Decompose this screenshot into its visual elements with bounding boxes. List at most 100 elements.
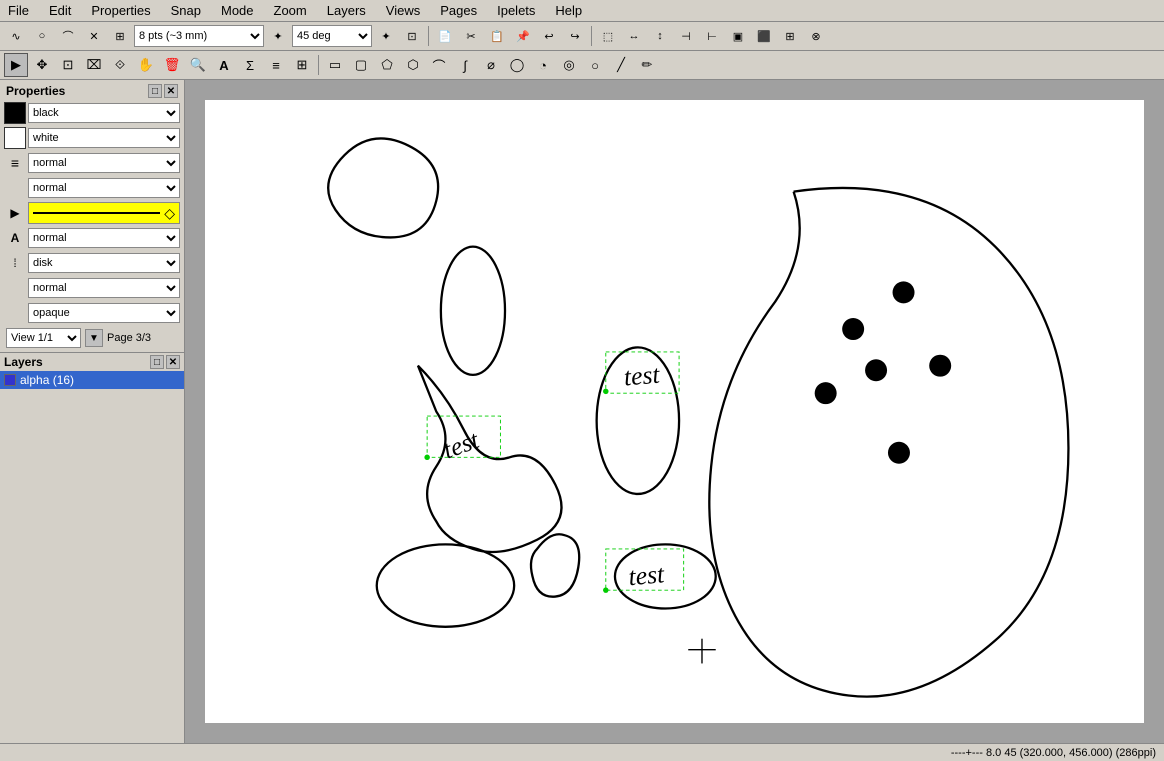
- cross-tool[interactable]: ✕: [82, 24, 106, 48]
- properties-panel: Properties □ ✕ black white: [0, 80, 184, 353]
- warp-tool[interactable]: ⟐: [108, 53, 132, 77]
- snap-tool[interactable]: ✦: [266, 24, 290, 48]
- rect-tool[interactable]: ▭: [323, 53, 347, 77]
- move-tool[interactable]: ✥: [30, 53, 54, 77]
- menu-properties[interactable]: Properties: [87, 2, 154, 19]
- properties-close-icon[interactable]: ✕: [164, 84, 178, 98]
- arc-tool[interactable]: ⌒: [427, 53, 451, 77]
- separator1: [428, 26, 429, 46]
- layer-alpha[interactable]: alpha (16): [0, 371, 184, 389]
- menu-layers[interactable]: Layers: [323, 2, 370, 19]
- page-label: Page 3/3: [107, 332, 151, 344]
- menu-file[interactable]: File: [4, 2, 33, 19]
- svg-text:test: test: [623, 359, 662, 391]
- disk-select[interactable]: disk: [28, 253, 180, 273]
- flip-h[interactable]: ↔: [622, 24, 646, 48]
- statusbar: ----+--- 8.0 45 (320.000, 456.000) (286p…: [0, 743, 1164, 761]
- arc2-tool[interactable]: ◔: [531, 53, 555, 77]
- layers-dock-icon[interactable]: □: [150, 355, 164, 369]
- stroke-select-icon: ▶: [4, 202, 26, 224]
- select-tool[interactable]: ▶: [4, 53, 28, 77]
- menu-zoom[interactable]: Zoom: [270, 2, 311, 19]
- ungroup[interactable]: ⬛: [752, 24, 776, 48]
- delete-tool[interactable]: 🗑: [160, 53, 184, 77]
- canvas[interactable]: test test test: [205, 100, 1144, 723]
- polygon2-tool[interactable]: ⬡: [401, 53, 425, 77]
- opacity1-icon: ≡: [4, 152, 26, 174]
- rect2-tool[interactable]: ▢: [349, 53, 373, 77]
- flip-v[interactable]: ↕: [648, 24, 672, 48]
- shear-tool[interactable]: ⌧: [82, 53, 106, 77]
- normal-select[interactable]: normal: [28, 278, 180, 298]
- grid-snap-tool[interactable]: ⊞: [108, 24, 132, 48]
- fill-color-select[interactable]: black: [28, 103, 180, 123]
- layers-close-icon[interactable]: ✕: [166, 355, 180, 369]
- menu-edit[interactable]: Edit: [45, 2, 75, 19]
- properties-dock-icon[interactable]: □: [148, 84, 162, 98]
- stroke-size-select[interactable]: 8 pts (~3 mm): [134, 25, 264, 47]
- stroke-preview[interactable]: ◇: [28, 202, 180, 224]
- text-tool[interactable]: A: [212, 53, 236, 77]
- align-left[interactable]: ⊣: [674, 24, 698, 48]
- undo[interactable]: ↩: [537, 24, 561, 48]
- opacity1-row: ≡ normal: [2, 151, 182, 175]
- group[interactable]: ▣: [726, 24, 750, 48]
- curve-tool[interactable]: ∿: [4, 24, 28, 48]
- opacity2-select[interactable]: normal: [28, 178, 180, 198]
- bezier-tool[interactable]: ∫: [453, 53, 477, 77]
- paste[interactable]: 📌: [511, 24, 535, 48]
- fill-color-swatch[interactable]: [4, 102, 26, 124]
- view-select[interactable]: View 1/1: [6, 328, 81, 348]
- stroke-color-swatch[interactable]: [4, 127, 26, 149]
- main-area: Properties □ ✕ black white: [0, 80, 1164, 743]
- circle2-tool[interactable]: ◯: [505, 53, 529, 77]
- menubar: File Edit Properties Snap Mode Zoom Laye…: [0, 0, 1164, 22]
- stroke-color-select[interactable]: white: [28, 128, 180, 148]
- opaque-icon: [4, 302, 26, 324]
- brush-tool[interactable]: ✏: [635, 53, 659, 77]
- view-nav-btn[interactable]: ▼: [85, 329, 103, 347]
- menu-ipelets[interactable]: Ipelets: [493, 2, 539, 19]
- menu-pages[interactable]: Pages: [436, 2, 481, 19]
- line-tool[interactable]: ╱: [609, 53, 633, 77]
- menu-help[interactable]: Help: [551, 2, 586, 19]
- grid-tool[interactable]: ⊞: [290, 53, 314, 77]
- opacity2-row: normal: [2, 176, 182, 200]
- menu-mode[interactable]: Mode: [217, 2, 258, 19]
- toolbar1: ∿ ○ ⌒ ✕ ⊞ 8 pts (~3 mm) ✦ 45 deg ✦ ⊡ 📄 ✂…: [0, 22, 1164, 51]
- layers-title: Layers □ ✕: [0, 353, 184, 371]
- redo[interactable]: ↪: [563, 24, 587, 48]
- opaque-select[interactable]: opaque: [28, 303, 180, 323]
- font-select-normal[interactable]: normal: [28, 228, 180, 248]
- properties-title: Properties □ ✕: [2, 82, 182, 100]
- opacity1-select[interactable]: normal: [28, 153, 180, 173]
- spiral-tool[interactable]: ◎: [557, 53, 581, 77]
- stroke-line: [33, 212, 160, 214]
- close-doc[interactable]: ⊗: [804, 24, 828, 48]
- freehand-tool[interactable]: ⌀: [479, 53, 503, 77]
- spline-tool[interactable]: ⌒: [56, 24, 80, 48]
- select-all[interactable]: ⬚: [596, 24, 620, 48]
- menu-snap[interactable]: Snap: [167, 2, 205, 19]
- circle-tool[interactable]: ○: [30, 24, 54, 48]
- view-grid[interactable]: ⊞: [778, 24, 802, 48]
- transform-tool[interactable]: ⊡: [400, 24, 424, 48]
- ellipse-tool[interactable]: ○: [583, 53, 607, 77]
- sep3: [318, 55, 319, 75]
- menu-views[interactable]: Views: [382, 2, 424, 19]
- copy[interactable]: 📋: [485, 24, 509, 48]
- canvas-area[interactable]: test test test: [185, 80, 1164, 743]
- poly-tool[interactable]: ⬠: [375, 53, 399, 77]
- pan-tool[interactable]: ✋: [134, 53, 158, 77]
- snap2-tool[interactable]: ✦: [374, 24, 398, 48]
- new-doc[interactable]: 📄: [433, 24, 457, 48]
- align-tool[interactable]: ≡: [264, 53, 288, 77]
- transform-tool2[interactable]: ⊡: [56, 53, 80, 77]
- align-right[interactable]: ⊢: [700, 24, 724, 48]
- stroke-color-row: white: [2, 126, 182, 150]
- view-page-row: View 1/1 ▼ Page 3/3: [2, 326, 182, 350]
- formula-tool[interactable]: Σ: [238, 53, 262, 77]
- cut[interactable]: ✂: [459, 24, 483, 48]
- angle-select[interactable]: 45 deg: [292, 25, 372, 47]
- zoom-tool[interactable]: 🔍: [186, 53, 210, 77]
